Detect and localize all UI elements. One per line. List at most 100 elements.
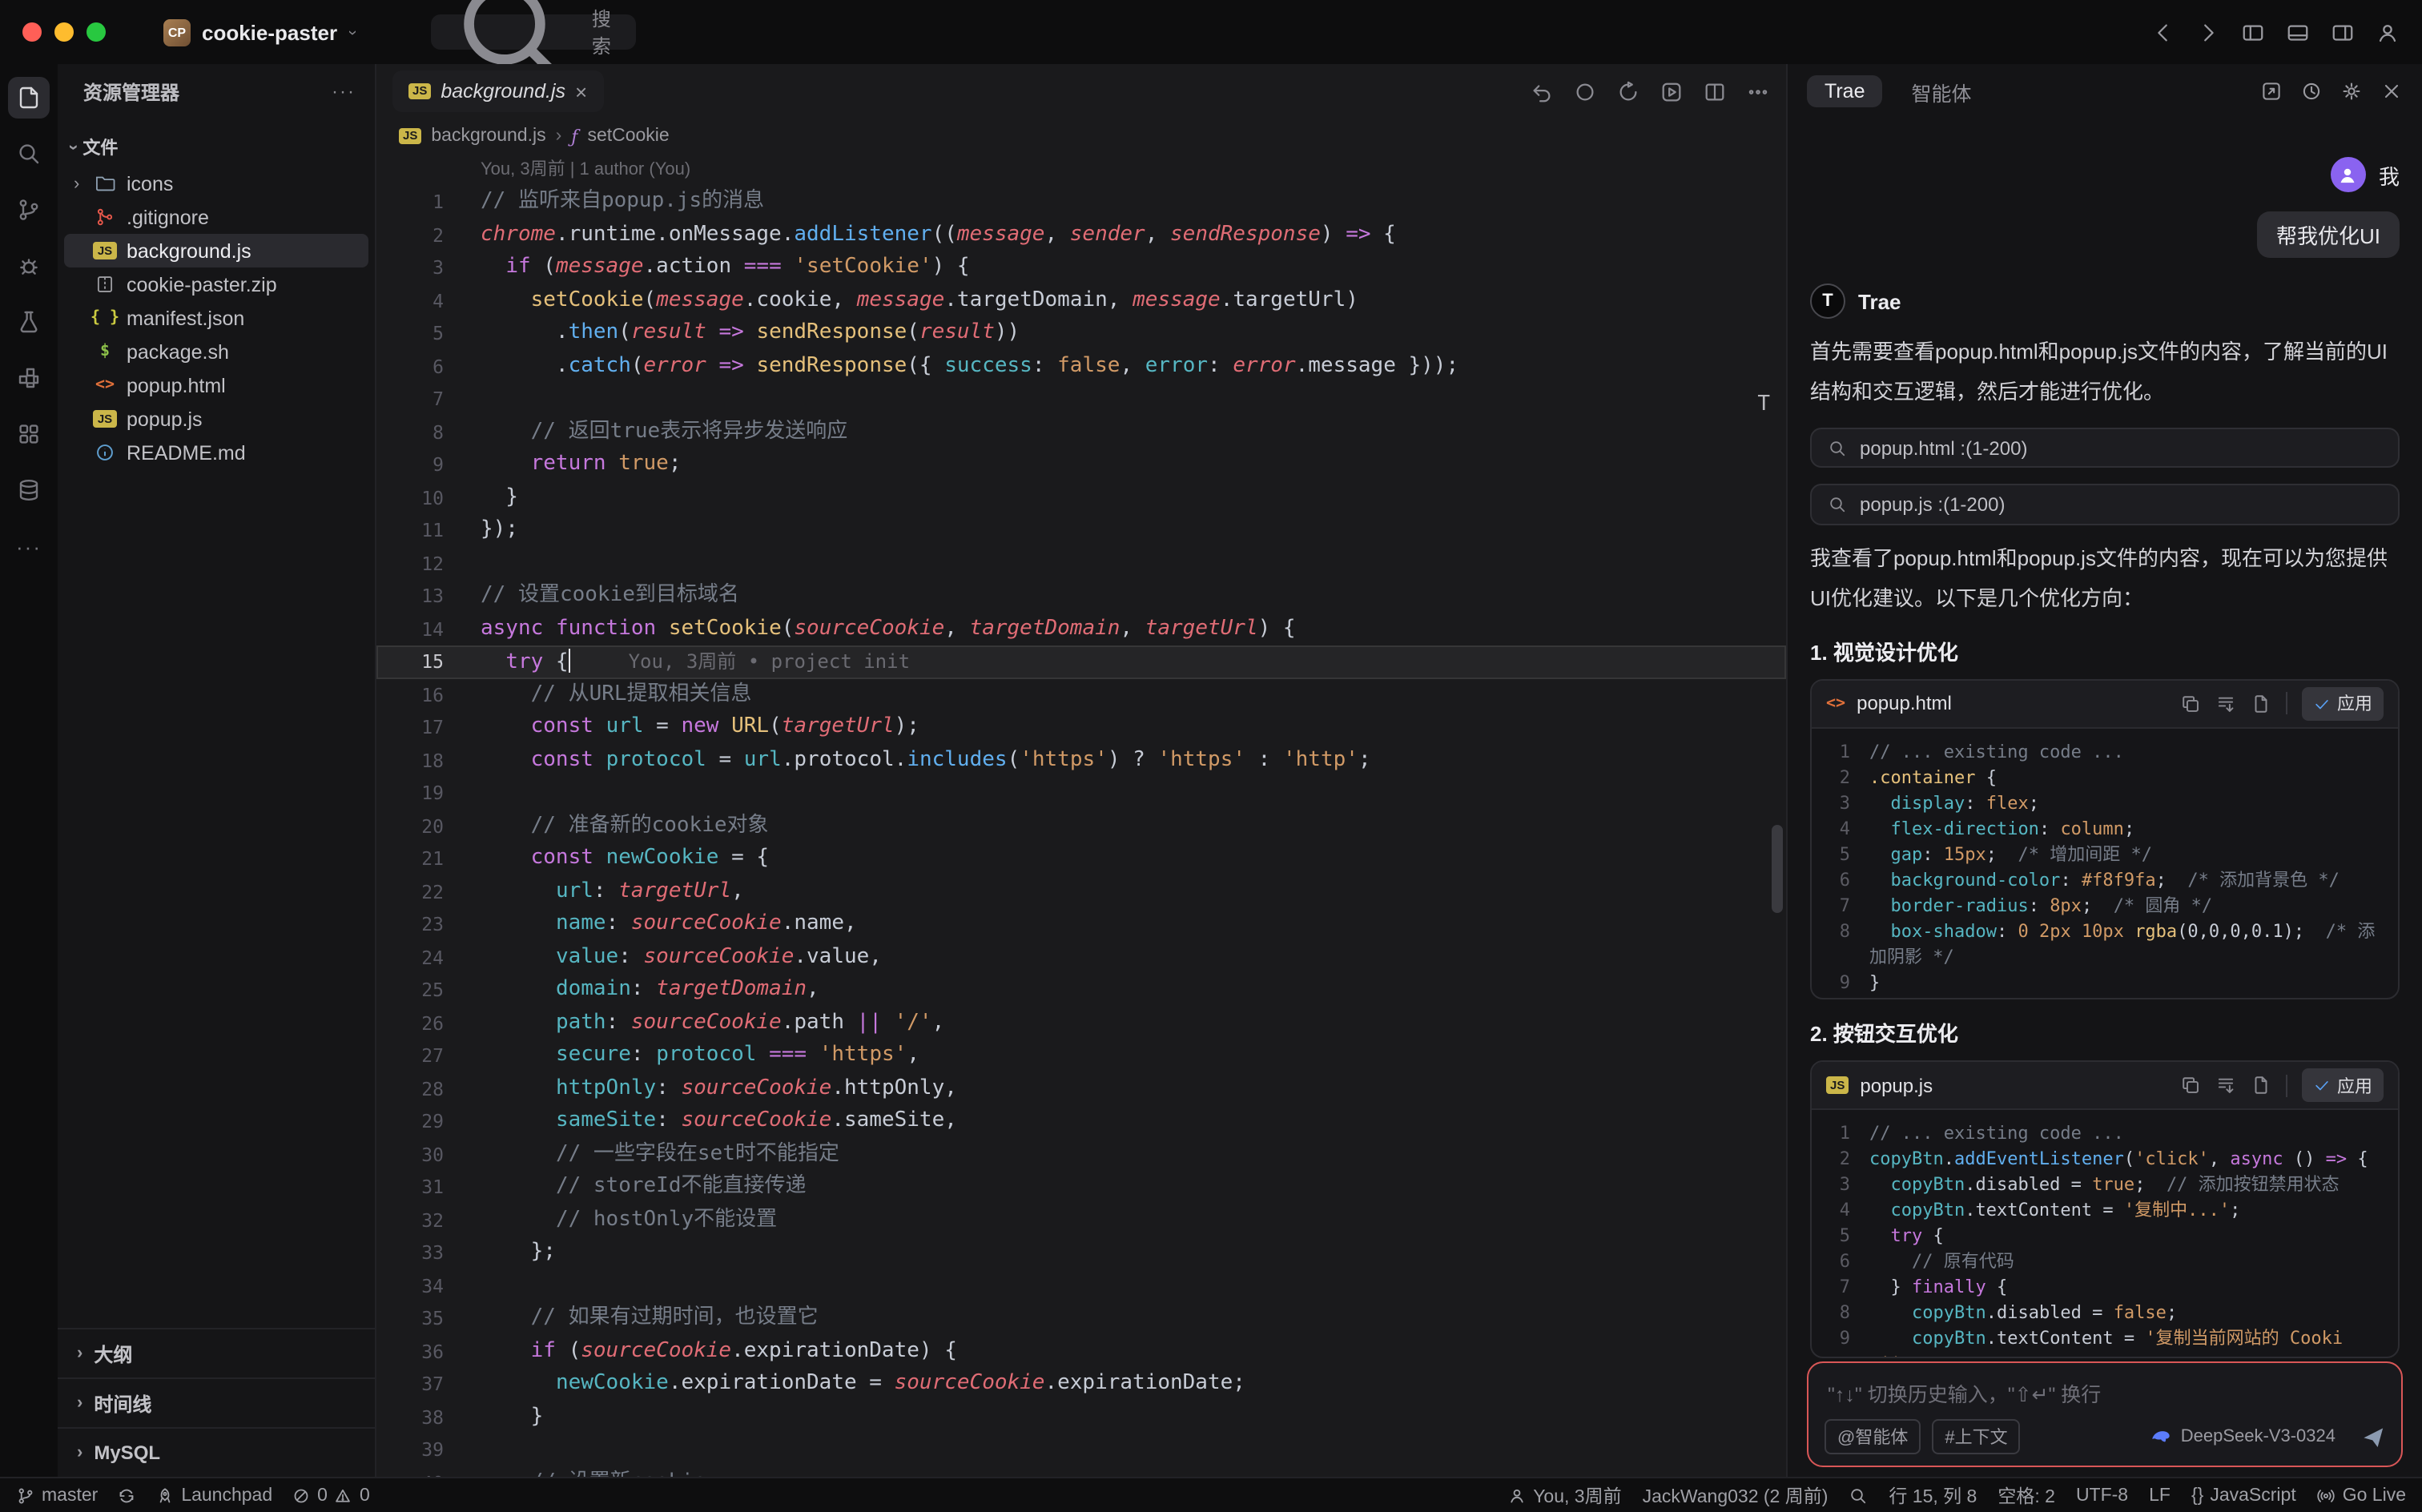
code-line-13[interactable]: 13// 设置cookie到目标域名	[376, 580, 1786, 613]
encoding-indicator[interactable]: UTF-8	[2076, 1486, 2128, 1505]
code-line-38[interactable]: 38 }	[376, 1401, 1786, 1434]
line-number[interactable]: 4	[376, 284, 444, 317]
file-item-popup.js[interactable]: JSpopup.js	[64, 402, 368, 436]
cursor-position[interactable]: 行 15, 列 8	[1889, 1482, 1977, 1508]
close-tab-icon[interactable]: ×	[575, 81, 587, 102]
eol-indicator[interactable]: LF	[2149, 1486, 2171, 1505]
code-line-25[interactable]: 25 domain: targetDomain,	[376, 974, 1786, 1007]
code-line-23[interactable]: 23 name: sourceCookie.name,	[376, 908, 1786, 941]
toggle-bottom-panel-icon[interactable]	[2286, 20, 2310, 44]
code-line-7[interactable]: 7	[376, 383, 1786, 416]
line-number[interactable]: 18	[376, 744, 444, 777]
close-panel-icon[interactable]	[2380, 80, 2403, 103]
sidebar-item-testing[interactable]	[8, 301, 50, 343]
file-item-README.md[interactable]: README.md	[64, 436, 368, 469]
files-section-header[interactable]: › 文件	[58, 131, 375, 163]
code-line-28[interactable]: 28 httpOnly: sourceCookie.httpOnly,	[376, 1072, 1786, 1105]
new-file-icon[interactable]	[2251, 693, 2271, 714]
file-item-popup.html[interactable]: <>popup.html	[64, 368, 368, 402]
discard-icon[interactable]	[1530, 79, 1554, 103]
code-line-19[interactable]: 19	[376, 777, 1786, 810]
code-line-21[interactable]: 21 const newCookie = {	[376, 842, 1786, 875]
author-indicator[interactable]: JackWang032 (2 周前)	[1643, 1482, 1829, 1508]
go-live-button[interactable]: Go Live	[2317, 1486, 2406, 1505]
toggle-left-sidebar-icon[interactable]	[2241, 20, 2265, 44]
code-line-30[interactable]: 30 // 一些字段在set时不能指定	[376, 1138, 1786, 1171]
code-line-24[interactable]: 24 value: sourceCookie.value,	[376, 941, 1786, 974]
indentation-indicator[interactable]: 空格: 2	[1998, 1482, 2055, 1508]
line-number[interactable]: 7	[376, 383, 444, 416]
editor-scrollbar[interactable]	[1772, 825, 1783, 913]
tab-trae[interactable]: Trae	[1807, 75, 1883, 107]
launchpad-button[interactable]: Launchpad	[155, 1486, 272, 1505]
more-actions-icon[interactable]	[1746, 79, 1770, 103]
line-number[interactable]: 19	[376, 777, 444, 810]
line-number[interactable]: 26	[376, 1007, 444, 1040]
section-timeline[interactable]: › 时间线	[58, 1377, 375, 1427]
sync-changes[interactable]	[117, 1486, 136, 1505]
card-code-lines[interactable]: 1// ... existing code ...2.container {3 …	[1812, 728, 2398, 999]
line-number[interactable]: 38	[376, 1401, 444, 1434]
file-reference-chip[interactable]: popup.js :(1-200)	[1810, 485, 2400, 525]
code-line-34[interactable]: 34	[376, 1269, 1786, 1302]
send-button[interactable]	[2361, 1425, 2385, 1449]
file-item-cookie-paster.zip[interactable]: cookie-paster.zip	[64, 267, 368, 301]
breadcrumb-symbol[interactable]: setCookie	[587, 127, 669, 146]
apply-button[interactable]: 应用	[2302, 686, 2384, 720]
blame-indicator[interactable]: You, 3周前	[1507, 1482, 1621, 1508]
line-number[interactable]: 12	[376, 547, 444, 580]
code-line-3[interactable]: 3 if (message.action === 'setCookie') {	[376, 251, 1786, 284]
code-line-1[interactable]: 1// 监听来自popup.js的消息	[376, 186, 1786, 219]
code-line-5[interactable]: 5 .then(result => sendResponse(result))	[376, 317, 1786, 350]
code-line-33[interactable]: 33 };	[376, 1237, 1786, 1269]
codelens-authors[interactable]: You, 3周前 | 1 author (You)	[481, 154, 1786, 186]
project-switcher[interactable]: CP cookie-paster ›	[163, 18, 354, 46]
insert-code-icon[interactable]	[2215, 1075, 2236, 1096]
line-number[interactable]: 29	[376, 1105, 444, 1138]
code-line-11[interactable]: 11});	[376, 514, 1786, 547]
code-line-31[interactable]: 31 // storeId不能直接传递	[376, 1171, 1786, 1204]
sidebar-item-database[interactable]	[8, 469, 50, 511]
language-indicator[interactable]: {} JavaScript	[2191, 1486, 2296, 1505]
line-number[interactable]: 6	[376, 350, 444, 383]
code-line-4[interactable]: 4 setCookie(message.cookie, message.targ…	[376, 284, 1786, 317]
account-icon[interactable]	[2376, 20, 2400, 44]
branch-indicator[interactable]: master	[16, 1486, 98, 1505]
sidebar-item-extensions[interactable]	[8, 357, 50, 399]
file-item-icons[interactable]: ›icons	[64, 167, 368, 200]
history-icon[interactable]	[2300, 80, 2323, 103]
code-editor[interactable]: You, 3周前 | 1 author (You) 1// 监听来自popup.…	[376, 154, 1786, 1477]
agent-selector[interactable]: @智能体	[1825, 1419, 1921, 1454]
section-outline[interactable]: › 大纲	[58, 1328, 375, 1377]
code-line-36[interactable]: 36 if (sourceCookie.expirationDate) {	[376, 1335, 1786, 1368]
line-number[interactable]: 1	[376, 186, 444, 219]
line-number[interactable]: 23	[376, 908, 444, 941]
code-line-35[interactable]: 35 // 如果有过期时间，也设置它	[376, 1302, 1786, 1335]
sidebar-item-explorer[interactable]	[8, 77, 50, 119]
line-number[interactable]: 24	[376, 941, 444, 974]
back-icon[interactable]	[2151, 20, 2175, 44]
code-line-2[interactable]: 2chrome.runtime.onMessage.addListener((m…	[376, 219, 1786, 251]
line-number[interactable]: 33	[376, 1237, 444, 1269]
problems-indicator[interactable]: 0 0	[292, 1486, 370, 1505]
copy-icon[interactable]	[2180, 693, 2201, 714]
card-code-lines[interactable]: 1// ... existing code ...2copyBtn.addEve…	[1812, 1110, 2398, 1358]
line-number[interactable]: 32	[376, 1204, 444, 1237]
explorer-more-icon[interactable]: ···	[332, 80, 356, 103]
code-line-15[interactable]: 15 try {You, 3周前 • project init	[376, 645, 1786, 678]
code-line-9[interactable]: 9 return true;	[376, 448, 1786, 481]
file-item-package.sh[interactable]: $package.sh	[64, 335, 368, 368]
sidebar-item-apps[interactable]	[8, 413, 50, 455]
code-line-6[interactable]: 6 .catch(error => sendResponse({ success…	[376, 350, 1786, 383]
apply-button[interactable]: 应用	[2302, 1068, 2384, 1102]
line-number[interactable]: 30	[376, 1138, 444, 1171]
line-number[interactable]: 14	[376, 613, 444, 645]
tab-agents[interactable]: 智能体	[1899, 71, 1985, 111]
close-window-button[interactable]	[22, 22, 42, 42]
sync-icon[interactable]	[1616, 79, 1640, 103]
line-number[interactable]: 13	[376, 580, 444, 613]
code-line-26[interactable]: 26 path: sourceCookie.path || '/',	[376, 1007, 1786, 1040]
line-number[interactable]: 25	[376, 974, 444, 1007]
line-number[interactable]: 35	[376, 1302, 444, 1335]
code-line-29[interactable]: 29 sameSite: sourceCookie.sameSite,	[376, 1105, 1786, 1138]
